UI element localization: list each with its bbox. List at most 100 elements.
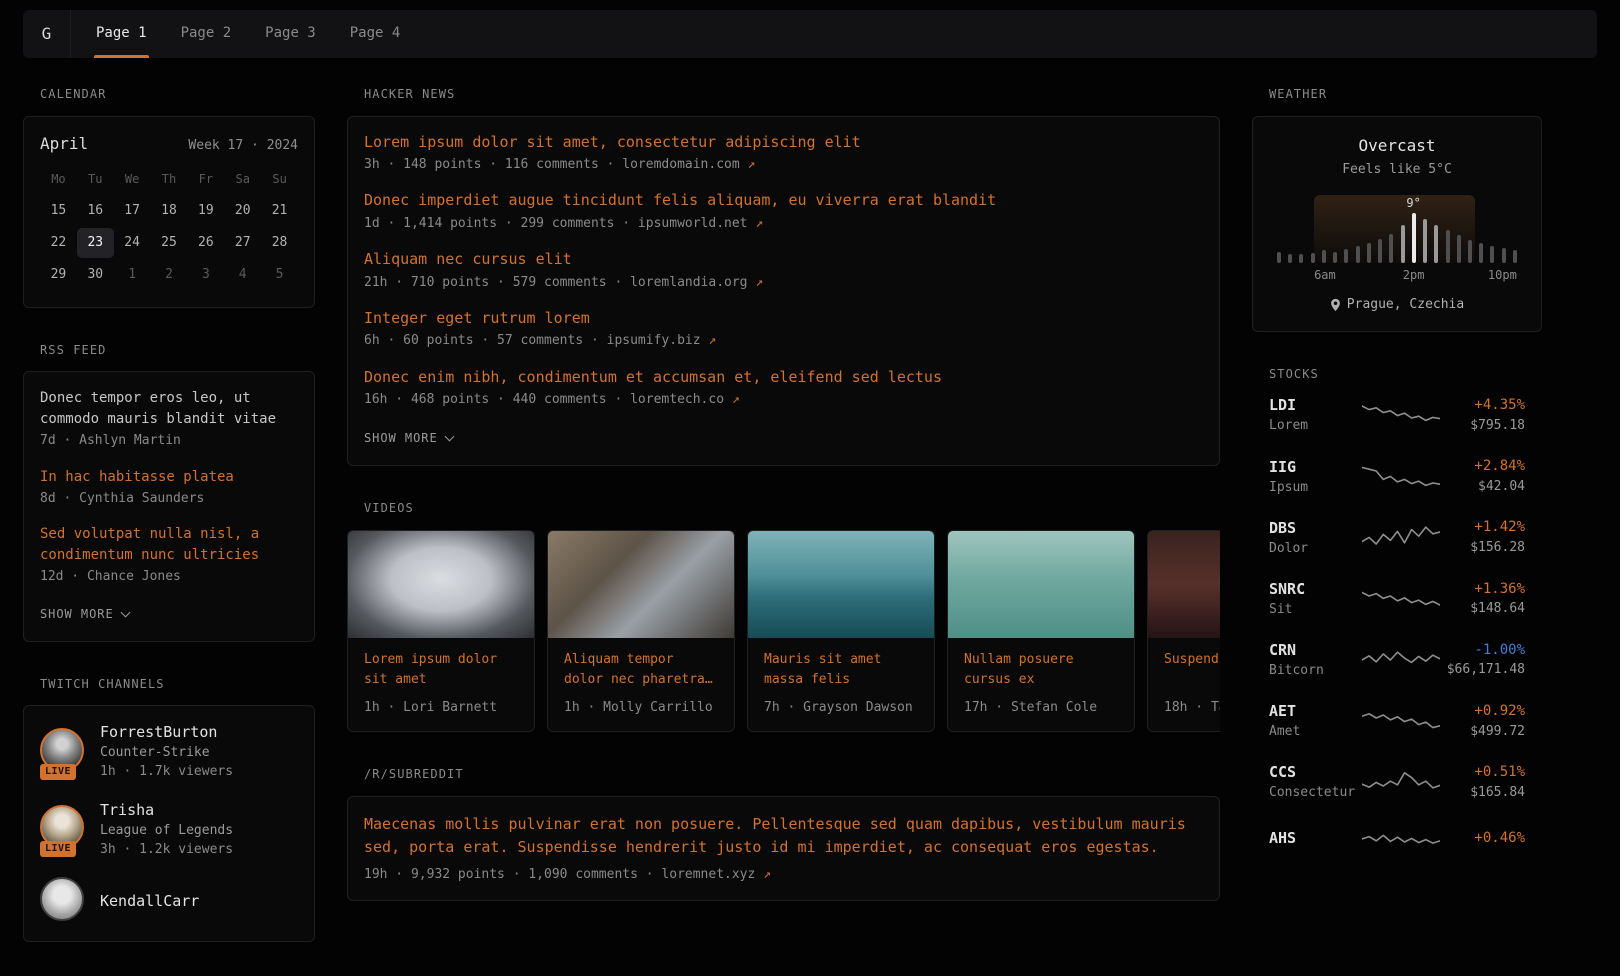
- stock-row[interactable]: SNRCSit+1.36%$148.64: [1252, 579, 1542, 619]
- video-title[interactable]: Aliquam tempor dolor nec pharetra…: [564, 650, 718, 692]
- twitch-channel-name[interactable]: Trisha: [100, 800, 233, 821]
- rss-show-more-button[interactable]: SHOW MORE: [40, 606, 129, 623]
- weather-time-label: 2pm: [1403, 267, 1425, 284]
- external-link-icon[interactable]: ↗: [732, 392, 740, 407]
- stock-row[interactable]: AHS+0.46%: [1252, 824, 1542, 854]
- stock-name: Dolor: [1269, 540, 1362, 558]
- calendar-day[interactable]: 1: [114, 260, 151, 290]
- tab-page-1[interactable]: Page 1: [79, 10, 164, 58]
- hacker-news-widget: HACKER NEWS Lorem ipsum dolor sit amet, …: [347, 86, 1220, 466]
- rss-item-title[interactable]: In hac habitasse platea: [40, 467, 298, 488]
- stock-price: $165.84: [1440, 784, 1525, 802]
- hn-item-title[interactable]: Integer eget rutrum lorem: [364, 309, 1203, 329]
- weather-bar: [1322, 250, 1326, 263]
- video-card[interactable]: Nullam posuere cursus ex17h · Stefan Col…: [947, 530, 1135, 732]
- calendar-day[interactable]: 23: [77, 228, 114, 258]
- video-card[interactable]: Lorem ipsum dolor sit amet consectetu…1h…: [347, 530, 535, 732]
- video-thumbnail[interactable]: [548, 531, 734, 638]
- external-link-icon[interactable]: ↗: [748, 157, 756, 172]
- twitch-channel[interactable]: KendallCarr: [40, 877, 298, 925]
- calendar-day[interactable]: 28: [261, 228, 298, 258]
- video-thumbnail[interactable]: [948, 531, 1134, 638]
- twitch-channel-name[interactable]: KendallCarr: [100, 891, 199, 912]
- stock-left: CCSConsectetur: [1269, 762, 1362, 802]
- video-card[interactable]: Mauris sit amet massa felis7h · Grayson …: [747, 530, 935, 732]
- video-card-body: Mauris sit amet massa felis7h · Grayson …: [748, 638, 934, 731]
- subreddit-post-title[interactable]: Maecenas mollis pulvinar erat non posuer…: [364, 813, 1203, 860]
- weather-time-label: 10pm: [1488, 267, 1517, 284]
- stock-row[interactable]: CCSConsectetur+0.51%$165.84: [1252, 762, 1542, 802]
- stock-left: IIGIpsum: [1269, 457, 1362, 497]
- calendar-day[interactable]: 2: [151, 260, 188, 290]
- stock-name: Consectetur: [1269, 784, 1362, 802]
- weather-time-label: 6am: [1314, 267, 1336, 284]
- tab-page-4[interactable]: Page 4: [333, 10, 418, 58]
- stock-name: Sit: [1269, 601, 1362, 619]
- hn-item-title[interactable]: Donec imperdiet augue tincidunt felis al…: [364, 191, 1203, 211]
- rss-item-title[interactable]: Sed volutpat nulla nisl, a condimentum n…: [40, 524, 298, 566]
- twitch-list: LIVEForrestBurtonCounter-Strike1h · 1.7k…: [40, 722, 298, 925]
- hn-item-title[interactable]: Donec enim nibh, condimentum et accumsan…: [364, 368, 1203, 388]
- hn-item-title[interactable]: Lorem ipsum dolor sit amet, consectetur …: [364, 133, 1203, 153]
- video-title[interactable]: Suspendisse diam: [1164, 650, 1220, 692]
- video-title[interactable]: Lorem ipsum dolor sit amet consectetu…: [364, 650, 518, 692]
- video-title[interactable]: Nullam posuere cursus ex: [964, 650, 1118, 692]
- calendar-day[interactable]: 24: [114, 228, 151, 258]
- calendar-widget: CALENDAR April Week 17 · 2024 MoTuWeThFr…: [23, 86, 315, 308]
- video-thumbnail[interactable]: [748, 531, 934, 638]
- tab-page-3[interactable]: Page 3: [248, 10, 333, 58]
- stock-row[interactable]: LDILorem+4.35%$795.18: [1252, 395, 1542, 435]
- hn-item-title[interactable]: Aliquam nec cursus elit: [364, 250, 1203, 270]
- calendar-day[interactable]: 18: [151, 196, 188, 226]
- twitch-channel[interactable]: LIVEForrestBurtonCounter-Strike1h · 1.7k…: [40, 722, 298, 781]
- stock-row[interactable]: CRNBitcorn-1.00%$66,171.48: [1252, 640, 1542, 680]
- weather-card: Overcast Feels like 5°C 9°6am2pm10pm Pra…: [1252, 116, 1542, 332]
- video-card[interactable]: Aliquam tempor dolor nec pharetra…1h · M…: [547, 530, 735, 732]
- subreddit-widget: /R/SUBREDDIT Maecenas mollis pulvinar er…: [347, 766, 1220, 901]
- external-link-icon[interactable]: ↗: [763, 867, 771, 882]
- video-title[interactable]: Mauris sit amet massa felis: [764, 650, 918, 692]
- stock-row[interactable]: IIGIpsum+2.84%$42.04: [1252, 457, 1542, 497]
- external-link-icon[interactable]: ↗: [755, 216, 763, 231]
- video-card[interactable]: Suspendisse diam18h · Tara: [1147, 530, 1220, 732]
- video-thumbnail[interactable]: [1148, 531, 1220, 638]
- calendar-day[interactable]: 25: [151, 228, 188, 258]
- external-link-icon[interactable]: ↗: [755, 275, 763, 290]
- hn-show-more-button[interactable]: SHOW MORE: [364, 430, 453, 447]
- calendar-day[interactable]: 17: [114, 196, 151, 226]
- calendar-day[interactable]: 15: [40, 196, 77, 226]
- weather-bar: [1356, 246, 1360, 263]
- tab-page-2[interactable]: Page 2: [164, 10, 249, 58]
- calendar-day[interactable]: 16: [77, 196, 114, 226]
- stock-left: CRNBitcorn: [1269, 640, 1362, 680]
- calendar-day[interactable]: 20: [224, 196, 261, 226]
- rss-item-title[interactable]: Donec tempor eros leo, ut commodo mauris…: [40, 388, 298, 430]
- weather-bar: [1502, 248, 1506, 263]
- calendar-day[interactable]: 4: [224, 260, 261, 290]
- twitch-channel[interactable]: LIVETrishaLeague of Legends3h · 1.2k vie…: [40, 800, 298, 859]
- calendar-day[interactable]: 29: [40, 260, 77, 290]
- video-thumbnail[interactable]: [348, 531, 534, 638]
- calendar-day[interactable]: 30: [77, 260, 114, 290]
- external-link-icon[interactable]: ↗: [708, 333, 716, 348]
- hn-item-meta: 6h · 60 points · 57 comments · ipsumify.…: [364, 332, 1203, 350]
- stock-row[interactable]: DBSDolor+1.42%$156.28: [1252, 518, 1542, 558]
- calendar-day[interactable]: 26: [187, 228, 224, 258]
- calendar-day[interactable]: 27: [224, 228, 261, 258]
- calendar-day[interactable]: 21: [261, 196, 298, 226]
- hn-list: Lorem ipsum dolor sit amet, consectetur …: [364, 133, 1203, 409]
- twitch-channel-name[interactable]: ForrestBurton: [100, 722, 233, 743]
- hn-item-meta: 21h · 710 points · 579 comments · loreml…: [364, 274, 1203, 292]
- stock-sparkline: [1362, 706, 1440, 736]
- stock-sparkline: [1362, 584, 1440, 614]
- weather-bar: [1344, 249, 1348, 263]
- stock-row[interactable]: AETAmet+0.92%$499.72: [1252, 701, 1542, 741]
- app-logo[interactable]: G: [23, 10, 71, 58]
- calendar-day[interactable]: 3: [187, 260, 224, 290]
- calendar-day[interactable]: 22: [40, 228, 77, 258]
- calendar-card: April Week 17 · 2024 MoTuWeThFrSaSu15161…: [23, 116, 315, 308]
- hacker-news-section-title: HACKER NEWS: [364, 86, 1220, 103]
- calendar-day[interactable]: 19: [187, 196, 224, 226]
- twitch-channel-info: TrishaLeague of Legends3h · 1.2k viewers: [100, 800, 233, 859]
- calendar-day[interactable]: 5: [261, 260, 298, 290]
